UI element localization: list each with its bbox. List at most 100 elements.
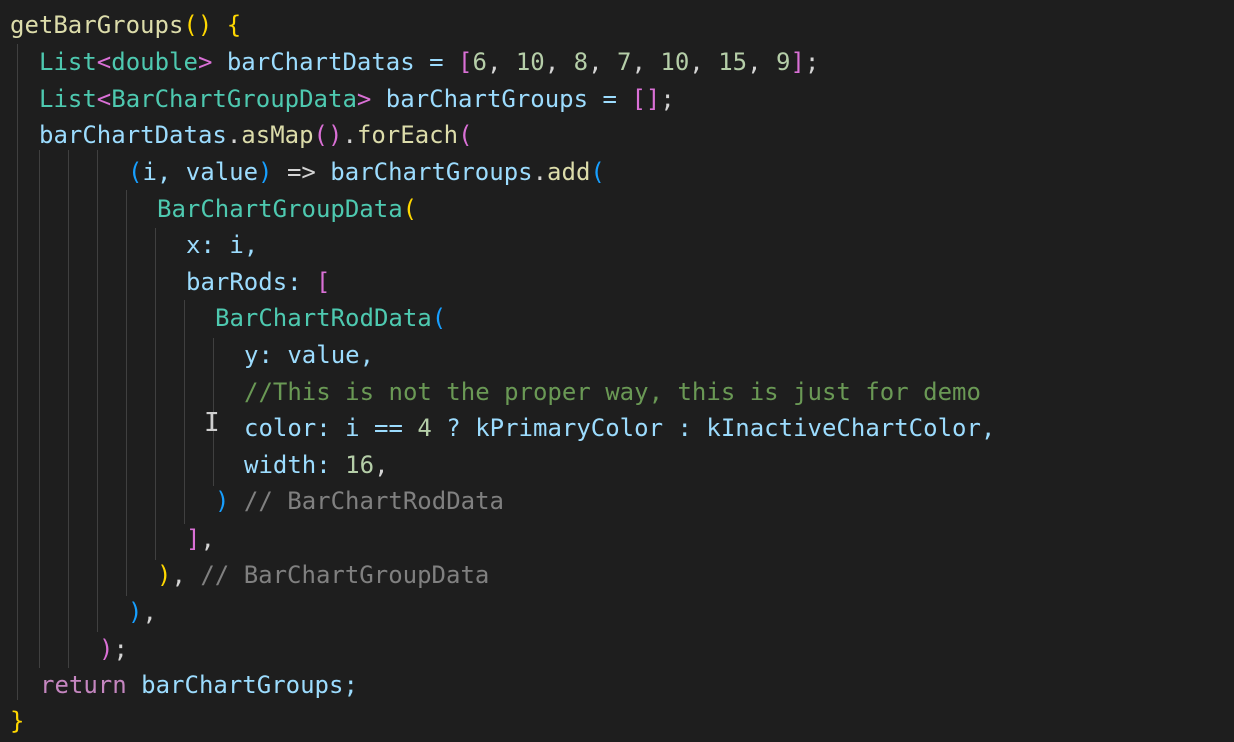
code-line[interactable]: color: i == 4 ? kPrimaryColor : kInactiv…	[244, 410, 995, 446]
indent-guide-line	[97, 150, 98, 632]
indent-guide-line	[17, 44, 18, 700]
code-token: BarChartRodData	[215, 304, 432, 332]
code-token: y: value,	[244, 341, 375, 369]
code-line[interactable]: ) // BarChartRodData	[215, 483, 504, 519]
code-token: // BarChartRodData	[229, 487, 504, 515]
code-token: )	[215, 487, 230, 515]
code-editor[interactable]: getBarGroups() {List<double> barChartDat…	[0, 0, 1234, 742]
code-token: ,	[486, 48, 516, 76]
code-token: (	[128, 158, 143, 186]
code-token: [	[316, 268, 331, 296]
code-token: ,	[588, 48, 618, 76]
code-token: =>	[272, 158, 331, 186]
code-token: i, value	[142, 158, 259, 186]
code-token: barChartDatas	[39, 121, 227, 149]
code-token: ]	[790, 48, 805, 76]
code-token: 4	[417, 414, 432, 442]
code-token: >	[197, 48, 213, 76]
code-line[interactable]: ],	[186, 521, 215, 557]
code-token: .	[342, 121, 357, 149]
code-token: ()	[313, 121, 343, 149]
code-token: [	[458, 48, 473, 76]
code-token: 7	[617, 48, 632, 76]
code-line[interactable]: ), // BarChartGroupData	[157, 557, 489, 593]
code-token: ()	[183, 11, 213, 39]
code-line[interactable]: }	[10, 703, 24, 739]
indent-guide-line	[68, 150, 69, 668]
indent-guide-line	[155, 228, 156, 560]
indent-guide-line	[126, 190, 127, 596]
code-token: >	[356, 85, 372, 113]
code-line[interactable]: getBarGroups() {	[10, 7, 241, 43]
code-token: ,	[689, 48, 719, 76]
code-token: forEach	[356, 121, 459, 149]
code-token: )	[99, 635, 114, 663]
code-token: 10	[660, 48, 690, 76]
code-line[interactable]: List<BarChartGroupData> barChartGroups =…	[39, 81, 675, 117]
code-token: []	[631, 85, 661, 113]
code-line[interactable]: return barChartGroups;	[40, 667, 358, 703]
code-token: <	[96, 48, 112, 76]
code-token: 9	[776, 48, 791, 76]
code-line[interactable]: BarChartRodData(	[215, 300, 446, 336]
code-token: <	[96, 85, 112, 113]
indent-guide-line	[184, 300, 185, 524]
code-token: ,	[374, 451, 389, 479]
code-token: ,	[544, 48, 574, 76]
code-token: List	[39, 48, 97, 76]
code-token: //This is not the proper way, this is ju…	[244, 378, 981, 406]
code-token: return	[40, 671, 127, 699]
code-token: .	[532, 158, 548, 186]
code-token: ,	[171, 561, 201, 589]
code-token: ;	[113, 635, 128, 663]
code-token: getBarGroups	[10, 11, 184, 39]
code-token: (	[458, 121, 473, 149]
code-line[interactable]: x: i,	[186, 227, 258, 263]
code-token: }	[10, 707, 25, 735]
code-token: ]	[186, 525, 201, 553]
code-line[interactable]: barChartDatas.asMap().forEach(	[39, 117, 473, 153]
code-token: List	[39, 85, 97, 113]
code-token: (	[402, 195, 418, 223]
code-line[interactable]: width: 16,	[244, 447, 389, 483]
code-token: barRods:	[186, 268, 317, 296]
code-token: width:	[244, 451, 346, 479]
code-line[interactable]: BarChartGroupData(	[157, 191, 417, 227]
code-token: ;	[804, 48, 820, 76]
code-token: BarChartGroupData	[157, 195, 403, 223]
code-line[interactable]: //This is not the proper way, this is ju…	[244, 374, 981, 410]
code-token: double	[111, 48, 198, 76]
code-token: // BarChartGroupData	[200, 561, 490, 589]
code-token: barChartGroups =	[371, 85, 632, 113]
code-line[interactable]: y: value,	[244, 337, 374, 373]
code-token: color: i ==	[244, 414, 418, 442]
code-token: 16	[345, 451, 375, 479]
code-token: 15	[718, 48, 748, 76]
code-line[interactable]: );	[99, 631, 128, 667]
code-token: {	[226, 11, 242, 39]
code-token: ,	[200, 525, 215, 553]
code-token: ,	[631, 48, 661, 76]
code-token: x: i,	[186, 231, 259, 259]
code-token: ? kPrimaryColor : kInactiveChartColor,	[431, 414, 996, 442]
code-token: ;	[660, 85, 675, 113]
code-token: )	[258, 158, 273, 186]
code-token: BarChartGroupData	[111, 85, 357, 113]
code-token: asMap	[241, 121, 314, 149]
text-cursor-icon: I	[204, 408, 220, 438]
code-token: add	[547, 158, 591, 186]
code-token: ,	[142, 598, 157, 626]
code-token: barChartGroups	[330, 158, 533, 186]
code-token: .	[226, 121, 242, 149]
code-token: 6	[472, 48, 487, 76]
code-line[interactable]: List<double> barChartDatas = [6, 10, 8, …	[39, 44, 819, 80]
code-line[interactable]: barRods: [	[186, 264, 331, 300]
code-token: (	[590, 158, 605, 186]
code-token: ,	[747, 48, 777, 76]
code-token: barChartDatas =	[212, 48, 459, 76]
code-token: 10	[515, 48, 545, 76]
code-line[interactable]: ),	[128, 594, 157, 630]
code-token: )	[157, 561, 172, 589]
code-line[interactable]: (i, value) => barChartGroups.add(	[128, 154, 605, 190]
